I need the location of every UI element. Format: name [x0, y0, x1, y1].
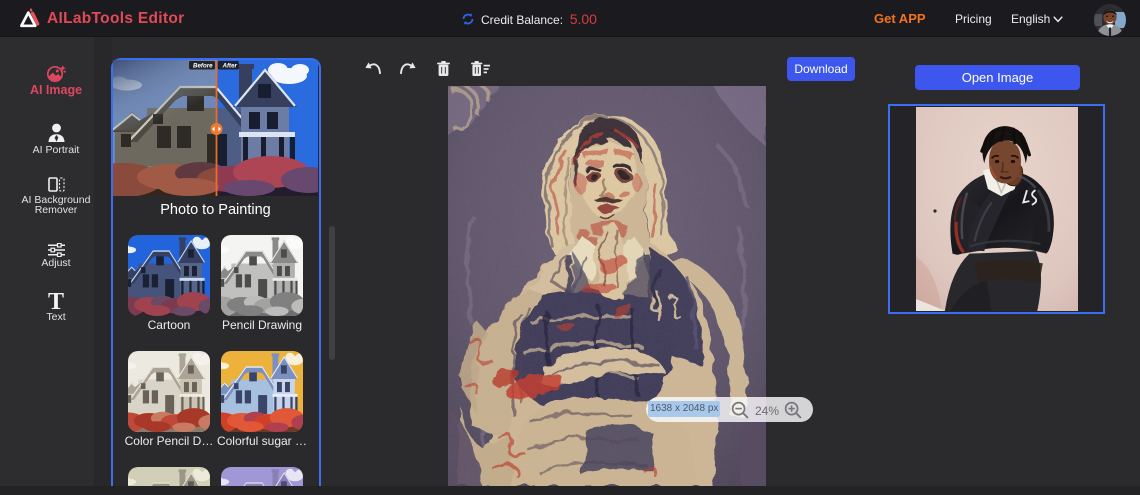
svg-text:Before: Before [193, 63, 213, 70]
svg-text:After: After [222, 63, 238, 70]
